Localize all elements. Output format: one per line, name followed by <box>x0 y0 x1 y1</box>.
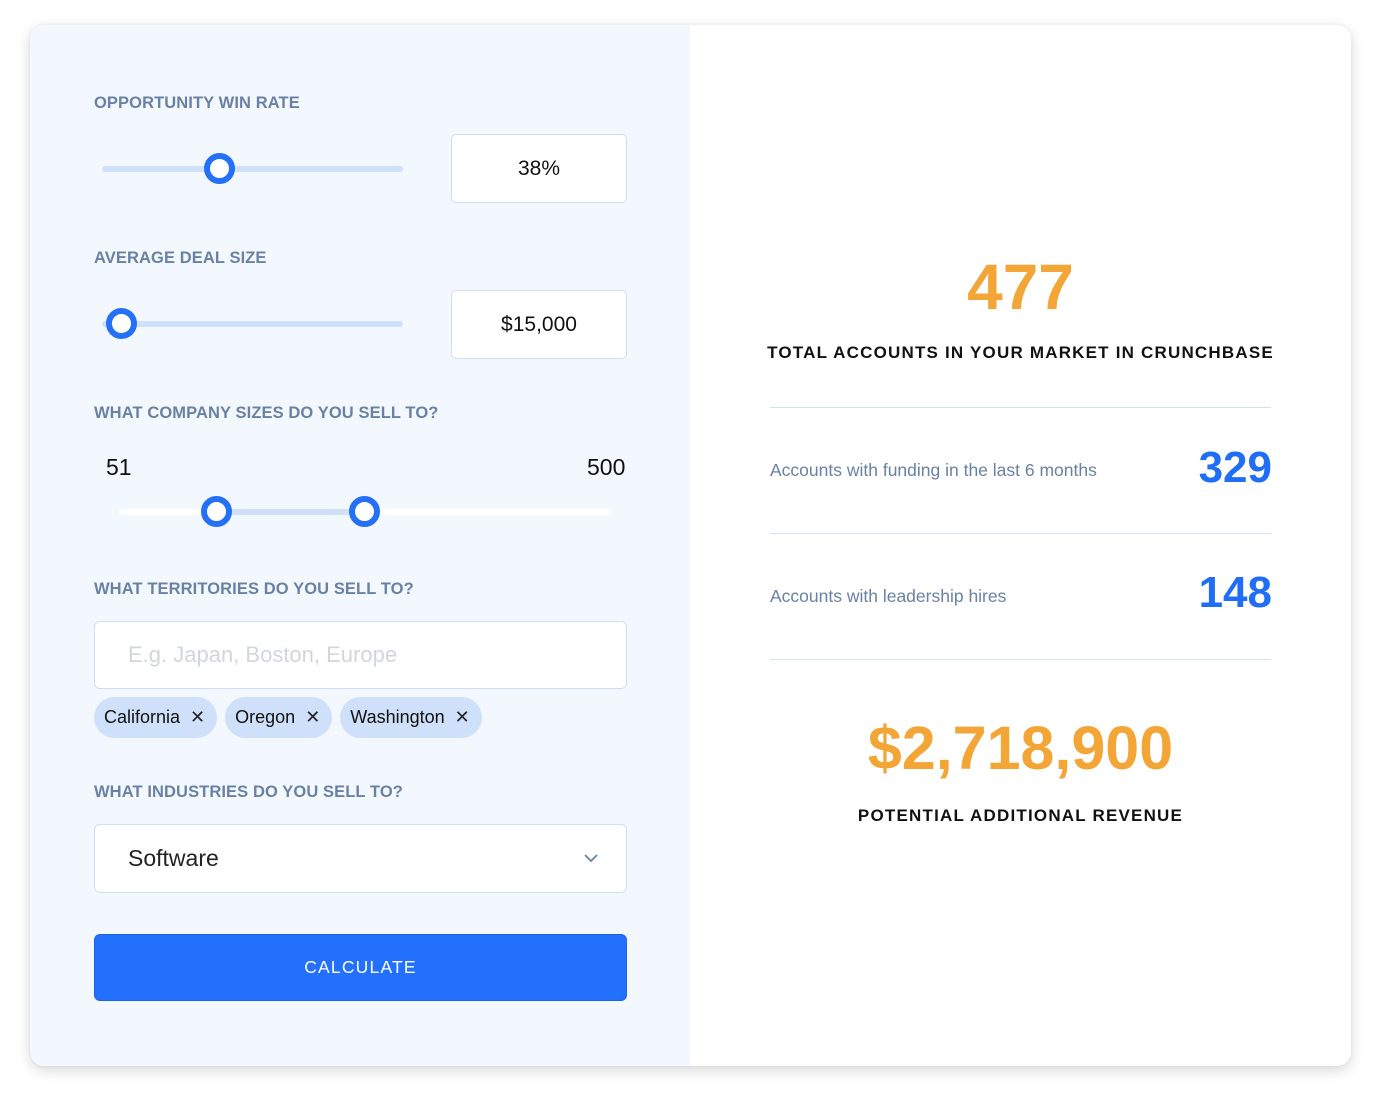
win-rate-slider-track[interactable] <box>102 166 403 172</box>
company-size-max-value: 500 <box>587 454 626 480</box>
results-panel: 477 TOTAL ACCOUNTS IN YOUR MARKET IN CRU… <box>690 25 1351 1066</box>
total-accounts-value: 477 <box>967 251 1074 323</box>
potential-revenue-caption: POTENTIAL ADDITIONAL REVENUE <box>857 806 1184 825</box>
company-size-max-thumb[interactable] <box>349 496 380 527</box>
divider <box>770 659 1271 660</box>
funding-accounts-value: 329 <box>1198 443 1272 492</box>
company-sizes-label: WHAT COMPANY SIZES DO YOU SELL TO? <box>94 404 439 422</box>
territories-label: WHAT TERRITORIES DO YOU SELL TO? <box>94 580 414 598</box>
win-rate-input[interactable]: 38% <box>451 134 627 203</box>
territory-tag-label: Washington <box>350 707 445 727</box>
territory-tags: California ✕ Oregon ✕ Washington ✕ <box>94 697 482 738</box>
territory-tag: California ✕ <box>94 697 218 738</box>
territory-tag-label: California <box>104 707 181 727</box>
chevron-down-icon <box>584 854 598 863</box>
territory-tag: Oregon ✕ <box>225 697 333 738</box>
deal-size-input[interactable]: $15,000 <box>451 290 627 359</box>
industries-selected-value: Software <box>128 845 219 871</box>
win-rate-slider-thumb[interactable] <box>203 153 235 184</box>
deal-size-label: AVERAGE DEAL SIZE <box>94 249 267 267</box>
leadership-hires-label: Accounts with leadership hires <box>770 586 1007 606</box>
roi-calculator-card: OPPORTUNITY WIN RATE 38% AVERAGE DEAL SI… <box>30 25 1351 1066</box>
company-size-selected-range <box>216 509 365 515</box>
divider <box>770 533 1271 534</box>
territory-tag-label: Oregon <box>235 707 296 727</box>
leadership-hires-value: 148 <box>1198 568 1272 617</box>
industries-label: WHAT INDUSTRIES DO YOU SELL TO? <box>94 783 403 801</box>
industries-select[interactable]: Software <box>94 824 627 893</box>
calculate-button[interactable]: CALCULATE <box>94 934 627 1001</box>
divider <box>770 407 1271 408</box>
territory-tag: Washington ✕ <box>340 697 482 738</box>
company-size-min-thumb[interactable] <box>201 496 233 527</box>
territories-input[interactable]: E.g. Japan, Boston, Europe <box>94 621 627 689</box>
input-panel: OPPORTUNITY WIN RATE 38% AVERAGE DEAL SI… <box>30 25 690 1066</box>
deal-size-slider-thumb[interactable] <box>105 308 137 339</box>
potential-revenue-value: $2,718,900 <box>867 714 1174 782</box>
remove-tag-icon[interactable]: ✕ <box>305 707 320 728</box>
deal-size-slider-track[interactable] <box>102 321 403 327</box>
remove-tag-icon[interactable]: ✕ <box>190 707 205 728</box>
company-size-min-value: 51 <box>106 454 132 480</box>
funding-accounts-label: Accounts with funding in the last 6 mont… <box>770 460 1097 480</box>
remove-tag-icon[interactable]: ✕ <box>455 707 470 728</box>
win-rate-label: OPPORTUNITY WIN RATE <box>94 94 300 112</box>
total-accounts-caption: TOTAL ACCOUNTS IN YOUR MARKET IN CRUNCHB… <box>767 343 1274 362</box>
